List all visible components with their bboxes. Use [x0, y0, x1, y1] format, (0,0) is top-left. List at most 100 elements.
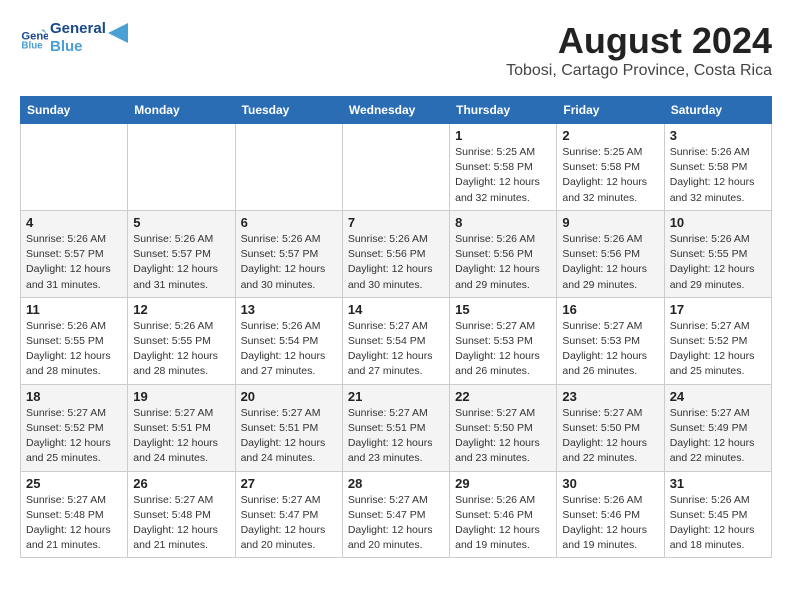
calendar-cell: 1Sunrise: 5:25 AM Sunset: 5:58 PM Daylig… — [450, 124, 557, 211]
calendar-cell: 19 Sunrise: 5:27 AM Sunset: 5:51 PM Dayli… — [128, 384, 235, 471]
day-number: 26 — [133, 476, 229, 491]
day-info: Sunrise: 5:27 AM Sunset: 5:54 PM Dayligh… — [348, 319, 444, 380]
calendar-cell — [128, 124, 235, 211]
calendar-cell: 31 Sunrise: 5:26 AM Sunset: 5:45 PM Dayli… — [664, 471, 771, 558]
day-number: 24 — [670, 389, 766, 404]
day-number: 15 — [455, 302, 551, 317]
day-number: 30 — [562, 476, 658, 491]
svg-text:Blue: Blue — [21, 41, 43, 52]
column-header-thursday: Thursday — [450, 97, 557, 124]
column-header-wednesday: Wednesday — [342, 97, 449, 124]
calendar-cell: 29 Sunrise: 5:26 AM Sunset: 5:46 PM Dayli… — [450, 471, 557, 558]
day-info: Sunrise: 5:27 AM Sunset: 5:47 PM Dayligh… — [348, 493, 444, 554]
calendar-cell: 10 Sunrise: 5:26 AM Sunset: 5:55 PM Dayli… — [664, 210, 771, 297]
day-number: 29 — [455, 476, 551, 491]
calendar-cell: 24 Sunrise: 5:27 AM Sunset: 5:49 PM Dayli… — [664, 384, 771, 471]
day-number: 23 — [562, 389, 658, 404]
day-number: 5 — [133, 215, 229, 230]
day-info: Sunrise: 5:26 AM Sunset: 5:55 PM Dayligh… — [133, 319, 229, 380]
logo-blue: Blue — [50, 38, 106, 56]
day-number: 11 — [26, 302, 122, 317]
calendar-week-row: 11 Sunrise: 5:26 AM Sunset: 5:55 PM Dayli… — [21, 297, 772, 384]
day-info: Sunrise: 5:27 AM Sunset: 5:53 PM Dayligh… — [562, 319, 658, 380]
calendar-week-row: 1Sunrise: 5:25 AM Sunset: 5:58 PM Daylig… — [21, 124, 772, 211]
day-number: 20 — [241, 389, 337, 404]
day-info: Sunrise: 5:27 AM Sunset: 5:51 PM Dayligh… — [348, 406, 444, 467]
day-info: Sunrise: 5:27 AM Sunset: 5:48 PM Dayligh… — [26, 493, 122, 554]
calendar-cell: 4 Sunrise: 5:26 AM Sunset: 5:57 PM Daylig… — [21, 210, 128, 297]
calendar-cell: 11 Sunrise: 5:26 AM Sunset: 5:55 PM Dayli… — [21, 297, 128, 384]
day-info: Sunrise: 5:26 AM Sunset: 5:46 PM Dayligh… — [455, 493, 551, 554]
calendar-cell: 2 Sunrise: 5:25 AM Sunset: 5:58 PM Daylig… — [557, 124, 664, 211]
day-number: 6 — [241, 215, 337, 230]
day-info: Sunrise: 5:26 AM Sunset: 5:56 PM Dayligh… — [455, 232, 551, 293]
day-info: Sunrise: 5:26 AM Sunset: 5:57 PM Dayligh… — [26, 232, 122, 293]
logo-icon: General Blue — [20, 24, 48, 52]
day-info: Sunrise: 5:27 AM Sunset: 5:53 PM Dayligh… — [455, 319, 551, 380]
calendar-cell: 15 Sunrise: 5:27 AM Sunset: 5:53 PM Dayli… — [450, 297, 557, 384]
day-number: 10 — [670, 215, 766, 230]
day-number: 4 — [26, 215, 122, 230]
day-number: 17 — [670, 302, 766, 317]
day-number: 22 — [455, 389, 551, 404]
day-info: Sunrise: 5:27 AM Sunset: 5:51 PM Dayligh… — [133, 406, 229, 467]
column-header-friday: Friday — [557, 97, 664, 124]
day-number: 19 — [133, 389, 229, 404]
calendar-cell: 27Sunrise: 5:27 AM Sunset: 5:47 PM Dayli… — [235, 471, 342, 558]
logo-general: General — [50, 20, 106, 38]
calendar-cell — [21, 124, 128, 211]
calendar-cell — [342, 124, 449, 211]
day-number: 7 — [348, 215, 444, 230]
day-number: 18 — [26, 389, 122, 404]
day-info: Sunrise: 5:26 AM Sunset: 5:56 PM Dayligh… — [562, 232, 658, 293]
day-info: Sunrise: 5:27 AM Sunset: 5:52 PM Dayligh… — [26, 406, 122, 467]
day-number: 12 — [133, 302, 229, 317]
day-number: 28 — [348, 476, 444, 491]
day-info: Sunrise: 5:26 AM Sunset: 5:54 PM Dayligh… — [241, 319, 337, 380]
day-info: Sunrise: 5:27 AM Sunset: 5:48 PM Dayligh… — [133, 493, 229, 554]
day-number: 8 — [455, 215, 551, 230]
day-number: 31 — [670, 476, 766, 491]
day-number: 9 — [562, 215, 658, 230]
calendar-cell: 20 Sunrise: 5:27 AM Sunset: 5:51 PM Dayli… — [235, 384, 342, 471]
calendar-cell: 23 Sunrise: 5:27 AM Sunset: 5:50 PM Dayli… — [557, 384, 664, 471]
day-number: 13 — [241, 302, 337, 317]
calendar-cell: 3Sunrise: 5:26 AM Sunset: 5:58 PM Daylig… — [664, 124, 771, 211]
calendar-cell: 7 Sunrise: 5:26 AM Sunset: 5:56 PM Daylig… — [342, 210, 449, 297]
day-number: 25 — [26, 476, 122, 491]
column-header-monday: Monday — [128, 97, 235, 124]
calendar-cell: 22 Sunrise: 5:27 AM Sunset: 5:50 PM Dayli… — [450, 384, 557, 471]
day-info: Sunrise: 5:27 AM Sunset: 5:49 PM Dayligh… — [670, 406, 766, 467]
day-info: Sunrise: 5:26 AM Sunset: 5:45 PM Dayligh… — [670, 493, 766, 554]
day-info: Sunrise: 5:26 AM Sunset: 5:56 PM Dayligh… — [348, 232, 444, 293]
day-info: Sunrise: 5:25 AM Sunset: 5:58 PM Dayligh… — [562, 145, 658, 206]
day-info: Sunrise: 5:27 AM Sunset: 5:51 PM Dayligh… — [241, 406, 337, 467]
column-header-tuesday: Tuesday — [235, 97, 342, 124]
day-info: Sunrise: 5:26 AM Sunset: 5:55 PM Dayligh… — [26, 319, 122, 380]
calendar-cell: 9 Sunrise: 5:26 AM Sunset: 5:56 PM Daylig… — [557, 210, 664, 297]
day-info: Sunrise: 5:27 AM Sunset: 5:50 PM Dayligh… — [455, 406, 551, 467]
day-info: Sunrise: 5:26 AM Sunset: 5:46 PM Dayligh… — [562, 493, 658, 554]
day-info: Sunrise: 5:26 AM Sunset: 5:57 PM Dayligh… — [241, 232, 337, 293]
calendar-cell: 25 Sunrise: 5:27 AM Sunset: 5:48 PM Dayli… — [21, 471, 128, 558]
day-number: 21 — [348, 389, 444, 404]
calendar-cell: 8 Sunrise: 5:26 AM Sunset: 5:56 PM Daylig… — [450, 210, 557, 297]
day-number: 16 — [562, 302, 658, 317]
day-info: Sunrise: 5:27 AM Sunset: 5:50 PM Dayligh… — [562, 406, 658, 467]
calendar-cell: 13 Sunrise: 5:26 AM Sunset: 5:54 PM Dayli… — [235, 297, 342, 384]
calendar-cell: 12 Sunrise: 5:26 AM Sunset: 5:55 PM Dayli… — [128, 297, 235, 384]
day-number: 27 — [241, 476, 337, 491]
day-info: Sunrise: 5:25 AM Sunset: 5:58 PM Dayligh… — [455, 145, 551, 206]
calendar-table: SundayMondayTuesdayWednesdayThursdayFrid… — [20, 96, 772, 558]
column-header-sunday: Sunday — [21, 97, 128, 124]
calendar-cell: 6 Sunrise: 5:26 AM Sunset: 5:57 PM Daylig… — [235, 210, 342, 297]
calendar-cell: 17Sunrise: 5:27 AM Sunset: 5:52 PM Dayli… — [664, 297, 771, 384]
day-info: Sunrise: 5:26 AM Sunset: 5:55 PM Dayligh… — [670, 232, 766, 293]
day-info: Sunrise: 5:26 AM Sunset: 5:58 PM Dayligh… — [670, 145, 766, 206]
calendar-cell: 26 Sunrise: 5:27 AM Sunset: 5:48 PM Dayli… — [128, 471, 235, 558]
day-number: 14 — [348, 302, 444, 317]
calendar-week-row: 4 Sunrise: 5:26 AM Sunset: 5:57 PM Daylig… — [21, 210, 772, 297]
day-number: 2 — [562, 128, 658, 143]
calendar-week-row: 25 Sunrise: 5:27 AM Sunset: 5:48 PM Dayli… — [21, 471, 772, 558]
month-year-title: August 2024 — [506, 20, 772, 62]
